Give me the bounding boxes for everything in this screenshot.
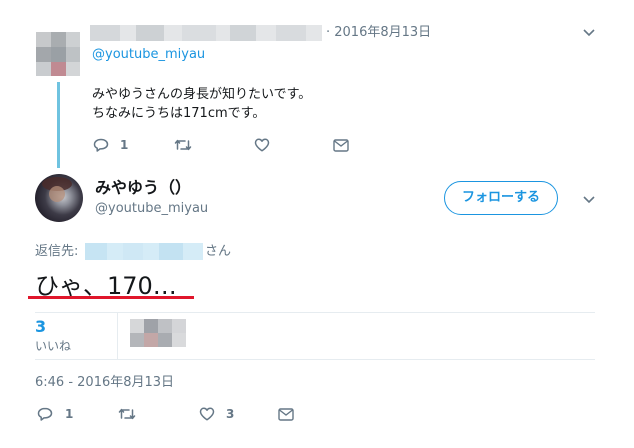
- reply-body-line-2: ちなみにうちは171cmです。: [92, 106, 266, 121]
- like-heart-icon[interactable]: [199, 407, 215, 421]
- annotation-underline: [28, 296, 194, 299]
- reply-icon[interactable]: [37, 407, 53, 421]
- author-display-name[interactable]: みやゆう（）: [95, 178, 191, 198]
- tweet-timestamp[interactable]: 6:46 - 2016年8月13日: [35, 375, 174, 391]
- reply-body-line-1: みやゆうさんの身長が知りたいです。: [92, 87, 312, 102]
- reply-timestamp[interactable]: · 2016年8月13日: [326, 25, 431, 41]
- reply-avatar-blurred[interactable]: [36, 32, 80, 76]
- reply-author-name-blurred[interactable]: [90, 25, 322, 41]
- follow-button[interactable]: フォローする: [444, 181, 558, 215]
- reply-message-envelope-icon[interactable]: [333, 139, 349, 152]
- reply-reply-count: 1: [120, 138, 129, 152]
- replying-to-prefix: 返信先:: [35, 244, 79, 259]
- main-chevron-down-icon[interactable]: [582, 195, 596, 205]
- like-count: 3: [226, 407, 235, 421]
- author-avatar[interactable]: [35, 174, 83, 222]
- retweet-icon[interactable]: [118, 407, 136, 421]
- reply-timestamp-text[interactable]: 2016年8月13日: [334, 25, 431, 40]
- reply-count: 1: [65, 407, 74, 421]
- reply-reply-icon[interactable]: [93, 138, 109, 152]
- likes-label[interactable]: いいね: [35, 339, 71, 353]
- stats-top-divider: [35, 312, 595, 313]
- reply-chevron-down-icon[interactable]: [582, 28, 596, 38]
- liker-avatar-blurred[interactable]: [130, 319, 186, 347]
- reply-retweet-icon[interactable]: [174, 138, 192, 152]
- reply-like-heart-icon[interactable]: [254, 138, 270, 152]
- message-envelope-icon[interactable]: [278, 408, 294, 421]
- reply-mention[interactable]: @youtube_miyau: [92, 47, 205, 63]
- thread-connector-line: [57, 82, 60, 168]
- stats-vertical-divider: [117, 312, 118, 359]
- likes-count[interactable]: 3: [35, 318, 46, 336]
- stats-bottom-divider: [35, 359, 595, 360]
- replying-to-suffix: さん: [205, 244, 232, 259]
- author-handle[interactable]: @youtube_miyau: [95, 201, 208, 217]
- replying-to-user-blurred[interactable]: [85, 243, 203, 260]
